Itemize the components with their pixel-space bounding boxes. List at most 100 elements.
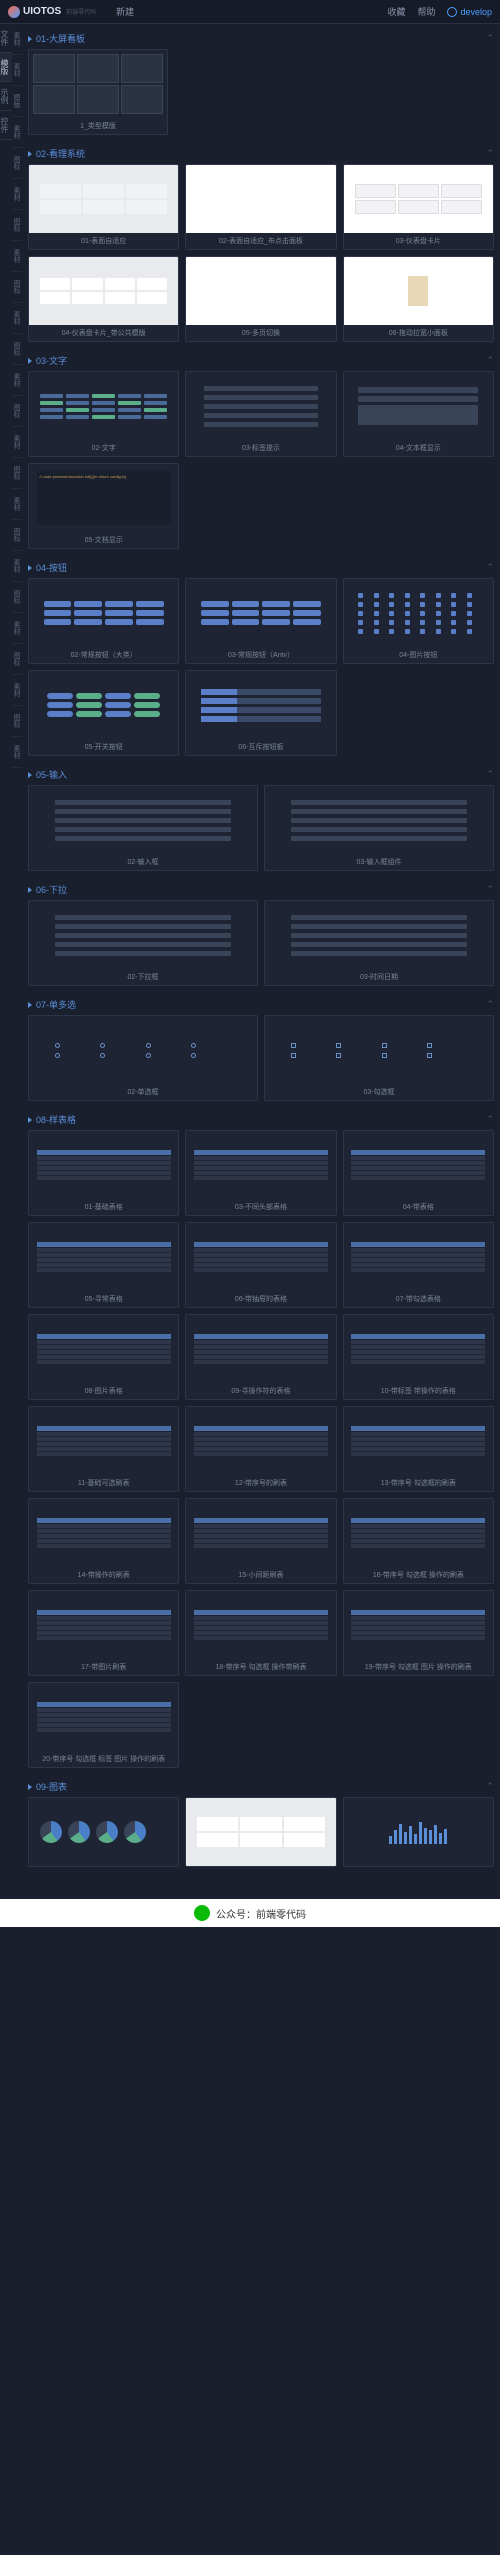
template-card[interactable] (185, 1797, 336, 1867)
template-card[interactable]: 02-输入框 (28, 785, 258, 871)
template-card[interactable] (28, 1797, 179, 1867)
thumbnail[interactable] (186, 257, 335, 325)
material-tab-16[interactable]: 图标 (12, 520, 22, 551)
template-card[interactable]: 05-多页切换 (185, 256, 336, 342)
thumbnail[interactable] (344, 372, 493, 440)
thumbnail[interactable] (29, 579, 178, 647)
thumbnail[interactable] (344, 579, 493, 647)
thumbnail[interactable] (265, 1016, 493, 1084)
material-tab-5[interactable]: 素材 (12, 179, 22, 210)
thumbnail[interactable] (186, 579, 335, 647)
template-card[interactable]: 16-带序号 勾选框 操作的刷表 (343, 1498, 494, 1584)
template-card[interactable]: 01-基础表格 (28, 1130, 179, 1216)
thumbnail[interactable] (29, 165, 178, 233)
template-card[interactable]: 04-带表格 (343, 1130, 494, 1216)
template-card[interactable]: 03-仪表盘卡片 (343, 164, 494, 250)
thumbnail[interactable] (29, 1499, 178, 1567)
material-tab-8[interactable]: 图标 (12, 272, 22, 303)
template-card[interactable]: 05-开关按钮 (28, 670, 179, 756)
template-card[interactable]: 04-图片按钮 (343, 578, 494, 664)
thumbnail[interactable] (344, 1798, 493, 1866)
material-tab-14[interactable]: 图标 (12, 458, 22, 489)
thumbnail[interactable]: // code preview\nfunction init(){\n retu… (29, 464, 178, 532)
template-card[interactable]: // code preview\nfunction init(){\n retu… (28, 463, 179, 549)
thumbnail[interactable] (186, 1131, 335, 1199)
thumbnail[interactable] (29, 1798, 178, 1866)
thumbnail[interactable] (344, 1131, 493, 1199)
template-card[interactable]: 03-不同头部表格 (185, 1130, 336, 1216)
template-card[interactable]: 06-带抽屉的表格 (185, 1222, 336, 1308)
template-card[interactable]: 17-带图片刷表 (28, 1590, 179, 1676)
template-card[interactable] (343, 1797, 494, 1867)
thumbnail[interactable] (186, 1315, 335, 1383)
material-tab-21[interactable]: 素材 (12, 675, 22, 706)
section-header-s09[interactable]: 09-图表⌃ (28, 1776, 494, 1797)
template-card[interactable]: 08-图片表格 (28, 1314, 179, 1400)
template-card[interactable]: 02-常规按钮（大类） (28, 578, 179, 664)
template-card[interactable]: 04-文本框显示 (343, 371, 494, 457)
template-card[interactable]: 18-带序号 勾选框 操作带刷表 (185, 1590, 336, 1676)
material-tab-4[interactable]: 图标 (12, 148, 22, 179)
template-card[interactable]: 10-带标签 带操作的表格 (343, 1314, 494, 1400)
section-header-s08[interactable]: 08-样表格⌃ (28, 1109, 494, 1130)
thumbnail[interactable] (29, 1223, 178, 1291)
material-tab-2[interactable]: 模版 (12, 86, 22, 117)
template-card[interactable]: 03-时间日期 (264, 900, 494, 986)
template-card[interactable]: 20-带序号 勾选框 标签 图片 操作的刷表 (28, 1682, 179, 1768)
thumbnail[interactable] (344, 1499, 493, 1567)
template-card[interactable]: 13-带序号 勾选框的刷表 (343, 1406, 494, 1492)
template-card[interactable]: 06-拖动拉宽小面板 (343, 256, 494, 342)
template-card[interactable]: 1_类型模版 (28, 49, 168, 135)
material-tab-19[interactable]: 素材 (12, 613, 22, 644)
template-card[interactable]: 02-下拉框 (28, 900, 258, 986)
template-card[interactable]: 02-单选框 (28, 1015, 258, 1101)
template-card[interactable]: 01-表面自适应 (28, 164, 179, 250)
section-header-s03[interactable]: 03-文字⌃ (28, 350, 494, 371)
material-tab-3[interactable]: 素材 (12, 117, 22, 148)
material-tab-7[interactable]: 素材 (12, 241, 22, 272)
template-card[interactable]: 14-带操作的刷表 (28, 1498, 179, 1584)
material-tab-1[interactable]: 素材 (12, 55, 22, 86)
material-tab-18[interactable]: 图标 (12, 582, 22, 613)
template-card[interactable]: 12-带序号的刷表 (185, 1406, 336, 1492)
thumbnail[interactable] (186, 1798, 335, 1866)
thumbnail[interactable] (29, 257, 178, 325)
section-header-s04[interactable]: 04-按钮⌃ (28, 557, 494, 578)
template-card[interactable]: 05-寻常表格 (28, 1222, 179, 1308)
template-card[interactable]: 15-小间距刷表 (185, 1498, 336, 1584)
template-card[interactable]: 11-基础可选刷表 (28, 1406, 179, 1492)
material-tab-10[interactable]: 图标 (12, 334, 22, 365)
thumbnail[interactable] (265, 786, 493, 854)
help-link[interactable]: 帮助 (417, 5, 435, 18)
thumbnail[interactable] (344, 1591, 493, 1659)
material-tab-23[interactable]: 素材 (12, 737, 22, 768)
material-tab-17[interactable]: 素材 (12, 551, 22, 582)
thumbnail[interactable] (186, 1407, 335, 1475)
material-tab-15[interactable]: 素材 (12, 489, 22, 520)
section-header-s07[interactable]: 07-单多选⌃ (28, 994, 494, 1015)
template-card[interactable]: 07-带勾选表格 (343, 1222, 494, 1308)
thumbnail[interactable] (186, 165, 335, 233)
thumbnail[interactable] (29, 1315, 178, 1383)
material-tab-11[interactable]: 素材 (12, 365, 22, 396)
template-card[interactable]: 03-输入框组件 (264, 785, 494, 871)
thumbnail[interactable] (186, 671, 335, 739)
material-tab-12[interactable]: 图标 (12, 396, 22, 427)
section-header-s01[interactable]: 01-大屏看板⌃ (28, 28, 494, 49)
template-card[interactable]: 02-文字 (28, 371, 179, 457)
thumbnail[interactable] (344, 1315, 493, 1383)
thumbnail[interactable] (344, 165, 493, 233)
thumbnail[interactable] (29, 901, 257, 969)
thumbnail[interactable] (29, 1407, 178, 1475)
thumbnail[interactable] (29, 1131, 178, 1199)
template-card[interactable]: 04-仪表盘卡片_带公共模版 (28, 256, 179, 342)
template-card[interactable]: 03-常规按钮（Antv） (185, 578, 336, 664)
new-button[interactable]: 新建 (116, 5, 134, 18)
material-tab-13[interactable]: 素材 (12, 427, 22, 458)
section-header-s05[interactable]: 05-输入⌃ (28, 764, 494, 785)
thumbnail[interactable] (29, 1591, 178, 1659)
section-header-s02[interactable]: 02-看理系统⌃ (28, 143, 494, 164)
thumbnail[interactable] (186, 1591, 335, 1659)
thumbnail[interactable] (29, 372, 178, 440)
template-card[interactable]: 06-互斥按钮板 (185, 670, 336, 756)
